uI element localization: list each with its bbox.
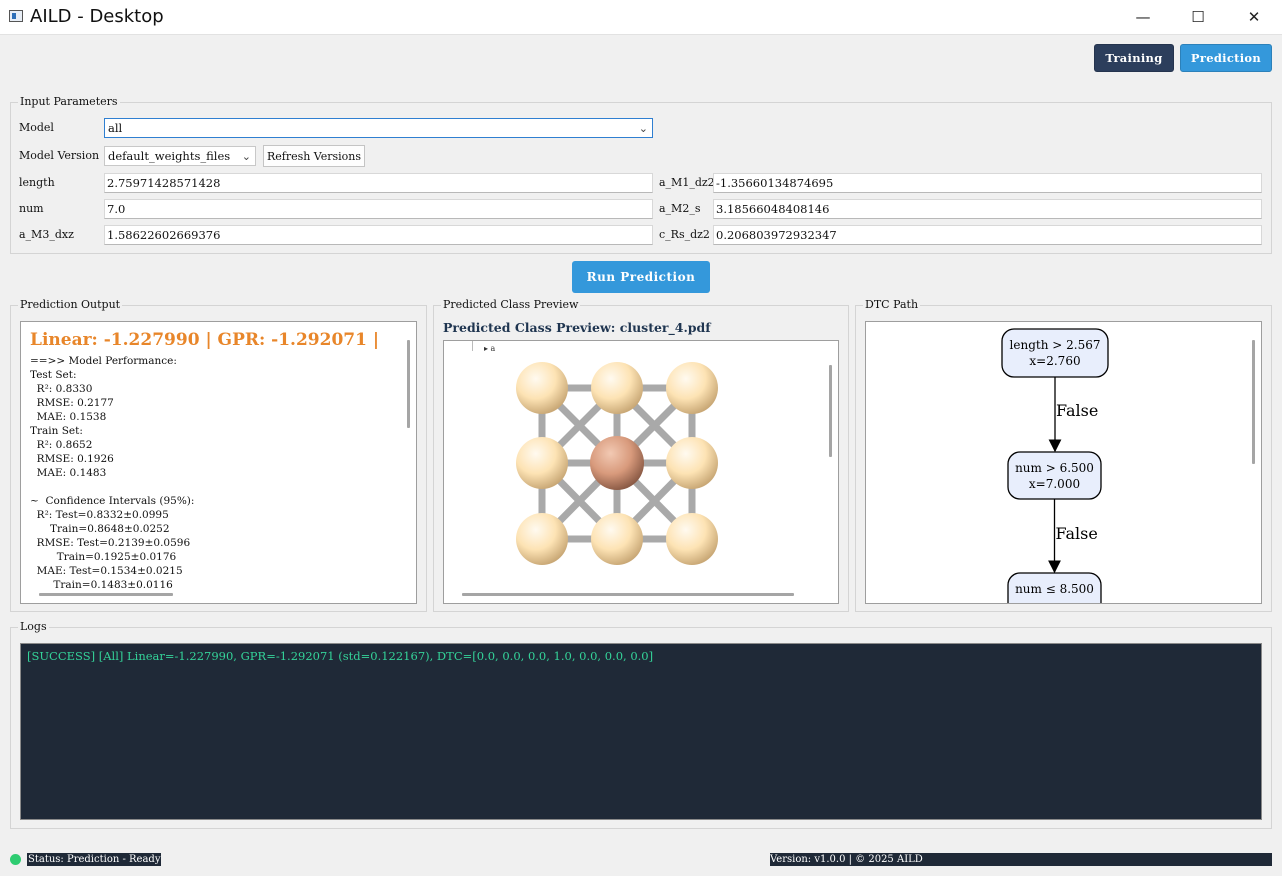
preview-image-frame[interactable]: ▸ a xyxy=(443,340,839,604)
param-label: a_M3_dxz xyxy=(19,228,74,241)
version-text: Version: v1.0.0 | © 2025 AILD xyxy=(770,853,1272,866)
tree-node xyxy=(1001,328,1109,378)
output-line: ~ Confidence Intervals (95%): xyxy=(30,495,195,507)
cluster-preview-image: ▸ a xyxy=(444,341,822,587)
atom-outer xyxy=(666,513,718,565)
model-version-select[interactable]: default_weights_files ⌄ xyxy=(104,146,256,166)
window-title: AILD - Desktop xyxy=(30,6,164,27)
tree-node-condition: num ≤ 8.500 xyxy=(1015,582,1094,596)
tree-node xyxy=(1007,451,1102,500)
param-input-num[interactable]: 7.0 xyxy=(104,199,653,219)
status-text: Status: Prediction - Ready xyxy=(27,853,162,866)
vertical-scrollbar[interactable] xyxy=(1252,340,1255,464)
prediction-headline: Linear: -1.227990 | GPR: -1.292071 | xyxy=(30,330,380,350)
param-label: c_Rs_dz2 xyxy=(659,228,710,241)
chevron-down-icon: ⌄ xyxy=(638,122,648,135)
input-parameters-title: Input Parameters xyxy=(18,95,120,108)
preview-heading: Predicted Class Preview: cluster_4.pdf xyxy=(443,320,711,335)
title-bar: AILD - Desktop — ☐ ✕ xyxy=(0,0,1282,35)
output-line: Test Set: xyxy=(30,369,77,381)
output-line: Train=0.8648±0.0252 xyxy=(30,523,170,535)
atom-outer xyxy=(516,513,568,565)
atom-outer xyxy=(591,513,643,565)
atom-outer xyxy=(666,437,718,489)
model-select[interactable]: all ⌄ xyxy=(104,118,653,138)
model-select-value: all xyxy=(108,121,123,135)
edge-label: False xyxy=(1056,524,1098,543)
log-entry: [SUCCESS] [All] Linear=-1.227990, GPR=-1… xyxy=(27,649,654,663)
atom-center xyxy=(590,436,644,490)
horizontal-scrollbar[interactable] xyxy=(462,593,794,596)
output-line: ==>> Model Performance: xyxy=(30,355,177,367)
vertical-scrollbar[interactable] xyxy=(829,365,832,457)
tree-node-condition: length > 2.567 xyxy=(1010,338,1101,352)
cluster-structure-graphic xyxy=(516,362,718,565)
minimize-button[interactable]: — xyxy=(1115,0,1171,34)
decision-tree-graphic: False False length > 2.567 x=2.760 num > 6.5… xyxy=(1001,328,1109,603)
vertical-scrollbar[interactable] xyxy=(407,340,410,428)
horizontal-scrollbar[interactable] xyxy=(39,593,173,596)
output-line: RMSE: Test=0.2139±0.0596 xyxy=(30,537,191,549)
close-button[interactable]: ✕ xyxy=(1226,0,1282,34)
output-line: MAE: 0.1483 xyxy=(30,467,107,479)
maximize-button[interactable]: ☐ xyxy=(1170,0,1226,34)
output-line: RMSE: 0.1926 xyxy=(30,453,114,465)
prediction-tab-button[interactable]: Prediction xyxy=(1180,44,1272,72)
param-label: num xyxy=(19,202,44,215)
param-input-c-rs-dz2[interactable]: 0.206803972932347 xyxy=(713,225,1262,245)
param-label: a_M1_dz2 xyxy=(659,176,715,189)
dtc-path-title: DTC Path xyxy=(863,298,921,311)
output-line: R²: 0.8652 xyxy=(30,439,93,451)
performance-text: ==>> Model Performance: Test Set: R²: 0.8… xyxy=(30,354,400,588)
param-label: length xyxy=(19,176,55,189)
atom-outer xyxy=(516,362,568,414)
chevron-down-icon: ⌄ xyxy=(241,150,251,163)
param-input-length[interactable]: 2.75971428571428 xyxy=(104,173,653,193)
param-label: a_M2_s xyxy=(659,202,701,215)
run-prediction-button[interactable]: Run Prediction xyxy=(572,261,710,293)
param-input-a-m3-dxz[interactable]: 1.58622602669376 xyxy=(104,225,653,245)
refresh-versions-button[interactable]: Refresh Versions xyxy=(263,145,365,167)
tree-node-value: x=2.760 xyxy=(1029,354,1080,368)
status-indicator xyxy=(10,854,21,865)
prediction-output-text[interactable]: Linear: -1.227990 | GPR: -1.292071 | ==>… xyxy=(20,321,417,604)
logs-title: Logs xyxy=(18,620,49,633)
edge-label: False xyxy=(1056,401,1098,420)
output-line: MAE: Test=0.1534±0.0215 xyxy=(30,565,183,577)
output-line: MAE: 0.1538 xyxy=(30,411,107,423)
preview-group-title: Predicted Class Preview xyxy=(441,298,581,311)
prediction-output-title: Prediction Output xyxy=(18,298,123,311)
app-icon xyxy=(9,10,23,22)
output-line: Train=0.1925±0.0176 xyxy=(30,551,177,563)
tree-node-value: x=7.000 xyxy=(1029,477,1080,491)
atom-outer xyxy=(666,362,718,414)
dtc-path-view[interactable]: False False length > 2.567 x=2.760 num > 6.5… xyxy=(865,321,1262,604)
param-input-a-m1-dz2[interactable]: -1.35660134874695 xyxy=(713,173,1262,193)
tree-node-condition: num > 6.500 xyxy=(1015,461,1094,475)
model-version-label: Model Version xyxy=(19,149,100,162)
output-line: R²: Test=0.8332±0.0995 xyxy=(30,509,169,521)
log-output[interactable]: [SUCCESS] [All] Linear=-1.227990, GPR=-1… xyxy=(20,643,1262,820)
training-tab-button[interactable]: Training xyxy=(1094,44,1174,72)
output-line: R²: 0.8330 xyxy=(30,383,93,395)
param-input-a-m2-s[interactable]: 3.18566048408146 xyxy=(713,199,1262,219)
output-line: RMSE: 0.2177 xyxy=(30,397,114,409)
axis-tick xyxy=(472,341,473,351)
model-version-value: default_weights_files xyxy=(108,149,231,163)
atom-outer xyxy=(591,362,643,414)
output-line: Train=0.1483±0.0116 xyxy=(30,579,173,588)
axis-label: ▸ a xyxy=(484,344,496,353)
output-line: Train Set: xyxy=(30,425,83,437)
atom-outer xyxy=(516,437,568,489)
model-label: Model xyxy=(19,121,54,134)
